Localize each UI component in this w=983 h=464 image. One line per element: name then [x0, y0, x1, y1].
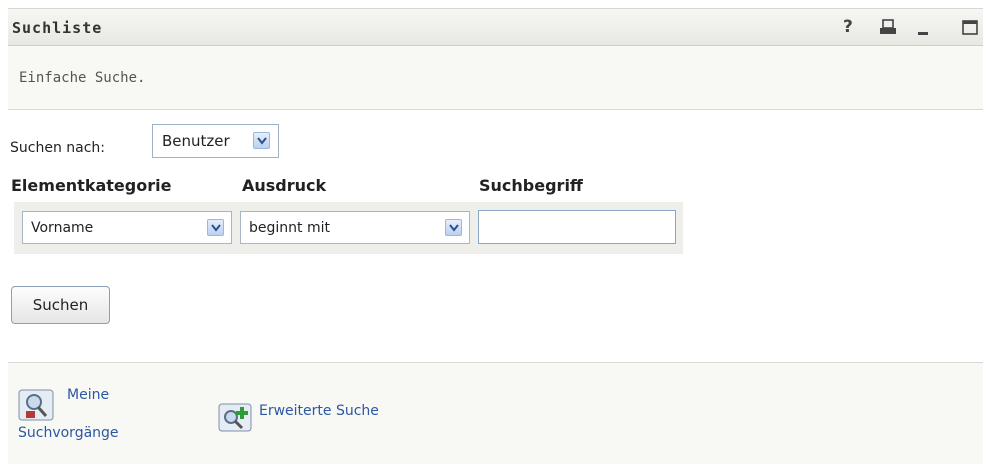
expression-select[interactable]: beginnt mit	[240, 211, 470, 244]
advanced-search-link[interactable]: Erweiterte Suche	[218, 399, 438, 432]
help-icon[interactable]: ?	[843, 18, 861, 38]
saved-searches-link[interactable]: Meine Suchvorgänge	[18, 385, 188, 455]
column-header-expression: Ausdruck	[242, 176, 327, 195]
search-term-input[interactable]	[478, 210, 676, 244]
search-criterion-row: Vorname beginnt mit	[14, 202, 683, 254]
description-panel: Einfache Suche.	[8, 46, 983, 110]
category-value: Vorname	[31, 220, 94, 236]
category-select[interactable]: Vorname	[22, 211, 232, 244]
saved-searches-label-1[interactable]: Meine	[67, 387, 109, 403]
description-text: Einfache Suche.	[19, 70, 146, 86]
print-icon[interactable]	[879, 18, 897, 38]
search-button[interactable]: Suchen	[11, 286, 110, 324]
search-for-label: Suchen nach:	[10, 140, 106, 156]
chevron-down-icon[interactable]	[253, 132, 270, 149]
advanced-search-icon[interactable]	[218, 403, 254, 437]
search-list-portlet: Suchliste ? Einfache Suche. Suchen nach:…	[8, 8, 983, 464]
saved-searches-label-2[interactable]: Suchvorgänge	[18, 425, 119, 441]
maximize-icon[interactable]	[961, 18, 979, 38]
search-links-footer: Meine Suchvorgänge Erweiterte Suche	[8, 362, 983, 464]
column-header-category: Elementkategorie	[11, 176, 172, 195]
minimize-icon[interactable]	[915, 18, 933, 38]
chevron-down-icon[interactable]	[207, 219, 224, 236]
portlet-title: Suchliste	[12, 19, 103, 37]
search-type-select[interactable]: Benutzer	[152, 124, 279, 158]
saved-searches-icon[interactable]	[18, 389, 58, 427]
advanced-search-label[interactable]: Erweiterte Suche	[259, 403, 379, 419]
chevron-down-icon[interactable]	[445, 219, 462, 236]
search-type-value: Benutzer	[162, 132, 230, 150]
expression-value: beginnt mit	[249, 220, 330, 236]
column-header-term: Suchbegriff	[479, 176, 583, 195]
portlet-title-bar: Suchliste ?	[8, 8, 983, 46]
